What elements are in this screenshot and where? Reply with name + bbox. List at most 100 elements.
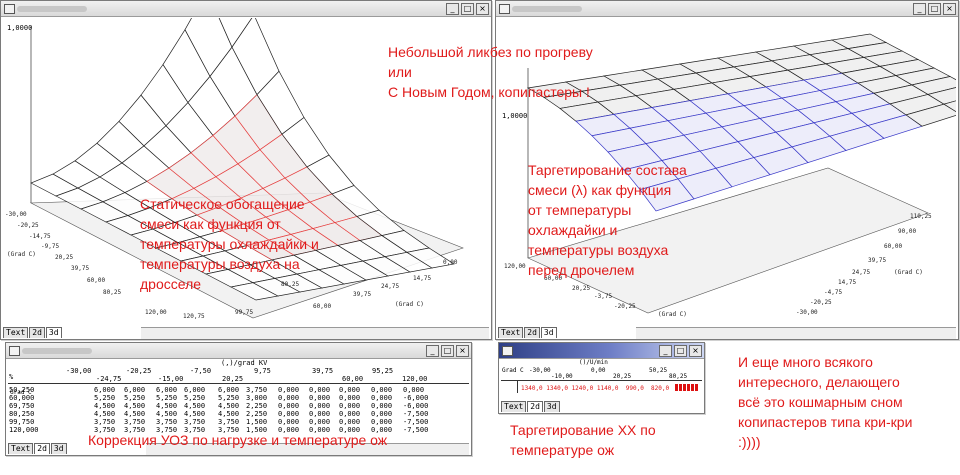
y-tick: 60,00 (313, 303, 331, 310)
table-cell[interactable]: 0,000 (309, 402, 330, 410)
horizontal-scrollbar[interactable] (141, 327, 489, 339)
table-cell[interactable]: 0,000 (371, 402, 392, 410)
table-cell[interactable]: 4,500 (94, 402, 115, 410)
table-cell[interactable]: 6,000 (156, 386, 177, 394)
table-cell[interactable]: 3,750 (94, 418, 115, 426)
table-cell[interactable]: 0,000 (403, 386, 424, 394)
table-cell[interactable]: 4,500 (156, 402, 177, 410)
table-cell[interactable]: 0,000 (339, 402, 360, 410)
left-window-titlebar[interactable]: _ □ × (1, 1, 491, 17)
table-cell[interactable]: 0,000 (339, 418, 360, 426)
tab-2d[interactable]: 2d (527, 401, 543, 412)
column-header: 60,00 (342, 375, 364, 383)
table-cell[interactable]: 6,000 (94, 386, 115, 394)
table-cell[interactable]: 3,750 (184, 418, 205, 426)
table-cell[interactable]: 4,500 (184, 410, 205, 418)
table-cell[interactable]: -7,500 (403, 418, 428, 426)
xx-window-titlebar[interactable]: _ □ × (499, 343, 704, 359)
table-cell[interactable]: 4,500 (94, 410, 115, 418)
table-cell[interactable]: 0,000 (278, 410, 299, 418)
horizontal-scrollbar[interactable] (636, 327, 956, 339)
table-cell[interactable]: -6,000 (403, 394, 428, 402)
maximize-button[interactable]: □ (928, 3, 941, 15)
table-cell[interactable]: 4,500 (124, 402, 145, 410)
tab-3d[interactable]: 3d (540, 327, 557, 338)
table-cell[interactable]: 0,000 (309, 386, 330, 394)
table-cell[interactable]: 0,000 (371, 386, 392, 394)
table-cell[interactable]: 0,000 (278, 394, 299, 402)
table-cell[interactable]: 6,000 (124, 386, 145, 394)
table-cell[interactable]: 0,000 (278, 402, 299, 410)
table-cell[interactable]: 0,000 (278, 386, 299, 394)
column-header: 9,75 (254, 367, 271, 375)
tab-text[interactable]: Text (501, 401, 527, 412)
center-annotation: Небольшой ликбез по прогреву или С Новым… (388, 42, 593, 102)
table-cell[interactable]: 0,000 (371, 418, 392, 426)
close-button[interactable]: × (689, 345, 702, 357)
close-button[interactable]: × (476, 3, 489, 15)
table-cell[interactable]: 6,000 (218, 386, 239, 394)
table-cell[interactable]: 5,250 (184, 394, 205, 402)
right-window-titlebar[interactable]: _ □ × (496, 1, 958, 17)
window-icon (4, 4, 15, 14)
table-cell[interactable]: 4,500 (218, 410, 239, 418)
tab-text[interactable]: Text (8, 443, 34, 454)
table-cell[interactable]: 4,500 (124, 410, 145, 418)
table-cell[interactable]: 0,000 (309, 410, 330, 418)
minimize-button[interactable]: _ (426, 345, 439, 357)
tab-2d[interactable]: 2d (524, 327, 540, 338)
table-cell[interactable]: 0,000 (339, 410, 360, 418)
table-cell[interactable]: 1,500 (246, 418, 267, 426)
side-annotation: И еще много всякого интересного, делающе… (738, 352, 912, 452)
minimize-button[interactable]: _ (446, 3, 459, 15)
table-cell[interactable]: 2,250 (246, 402, 267, 410)
column-header: -24,75 (96, 375, 122, 383)
column-header: -20,25 (126, 367, 152, 375)
maximize-button[interactable]: □ (461, 3, 474, 15)
table-cell[interactable]: 4,500 (218, 402, 239, 410)
tab-3d[interactable]: 3d (543, 401, 560, 412)
minimize-button[interactable]: _ (913, 3, 926, 15)
tab-text[interactable]: Text (3, 327, 29, 338)
table-cell[interactable]: -7,500 (403, 426, 428, 434)
table-cell[interactable]: 0,000 (371, 410, 392, 418)
table-cell[interactable]: 5,250 (156, 394, 177, 402)
tab-3d[interactable]: 3d (50, 443, 67, 454)
maximize-button[interactable]: □ (674, 345, 687, 357)
uoz-annotation: Коррекция УОЗ по нагрузке и температуре … (88, 432, 388, 448)
table-cell[interactable]: 0,000 (278, 418, 299, 426)
tab-3d[interactable]: 3d (45, 327, 62, 338)
tab-2d[interactable]: 2d (29, 327, 45, 338)
table-cell[interactable]: 3,750 (156, 418, 177, 426)
table-cell[interactable]: 6,000 (184, 386, 205, 394)
minimize-button[interactable]: _ (659, 345, 672, 357)
close-button[interactable]: × (456, 345, 469, 357)
table-cell[interactable]: 0,000 (371, 394, 392, 402)
close-button[interactable]: × (943, 3, 956, 15)
table-cell[interactable]: 5,250 (124, 394, 145, 402)
table-cell[interactable]: 0,000 (339, 394, 360, 402)
table-cell[interactable]: 3,750 (124, 418, 145, 426)
table-cell[interactable]: 2,250 (246, 410, 267, 418)
table-cell[interactable]: -6,000 (403, 402, 428, 410)
table-cell[interactable]: 4,500 (184, 402, 205, 410)
table-cell[interactable]: 5,250 (218, 394, 239, 402)
uoz-unit-label: (,)/grad KV (221, 359, 268, 367)
tab-2d[interactable]: 2d (34, 443, 50, 454)
table-cell[interactable]: 3,000 (246, 394, 267, 402)
table-cell[interactable]: 3,750 (246, 386, 267, 394)
maximize-button[interactable]: □ (441, 345, 454, 357)
column-header: 20,25 (222, 375, 244, 383)
annotation-line: И еще много всякого (738, 354, 873, 370)
left-tick: 20,25 (572, 285, 590, 292)
table-cell[interactable]: -7,500 (403, 410, 428, 418)
table-cell[interactable]: 0,000 (339, 386, 360, 394)
table-cell[interactable]: 4,500 (156, 410, 177, 418)
table-cell[interactable]: 0,000 (309, 418, 330, 426)
table-cell[interactable]: 0,000 (309, 394, 330, 402)
table-cell[interactable]: 5,250 (94, 394, 115, 402)
uoz-window-titlebar[interactable]: _ □ × (6, 343, 471, 359)
y-tick: 24,75 (381, 283, 399, 290)
table-cell[interactable]: 3,750 (218, 418, 239, 426)
tab-text[interactable]: Text (498, 327, 524, 338)
